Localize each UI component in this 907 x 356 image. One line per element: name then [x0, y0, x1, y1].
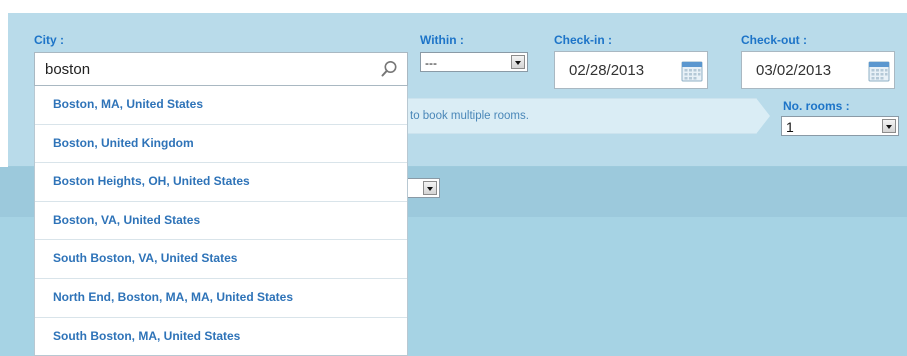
autocomplete-item-label: North End, Boston, MA, MA, United States — [53, 289, 293, 304]
rooms-label: No. rooms : — [783, 99, 850, 113]
check-out-label: Check-out : — [741, 33, 807, 47]
check-out-value: 03/02/2013 — [756, 62, 832, 79]
autocomplete-item[interactable]: Boston, MA, United States — [35, 86, 407, 125]
autocomplete-item-label: South Boston, MA, United States — [53, 328, 241, 343]
calendar-icon[interactable] — [681, 60, 703, 82]
city-input-wrapper — [34, 52, 408, 86]
check-in-input[interactable]: 02/28/2013 — [554, 51, 708, 89]
autocomplete-item-label: South Boston, VA, United States — [53, 251, 238, 266]
within-select[interactable]: --- — [420, 52, 528, 72]
autocomplete-item-label: Boston, MA, United States — [53, 97, 204, 111]
autocomplete-item-label: Boston Heights, OH, United States — [53, 174, 250, 189]
chevron-down-icon[interactable] — [511, 55, 525, 69]
multiple-rooms-text: to book multiple rooms. — [410, 110, 529, 122]
multiple-rooms-banner: to book multiple rooms. — [404, 98, 770, 134]
chevron-down-icon[interactable] — [423, 181, 437, 195]
within-label: Within : — [420, 33, 464, 47]
autocomplete-item[interactable]: South Boston, VA, United States — [35, 240, 407, 279]
autocomplete-item[interactable]: South Boston, MA, United States — [35, 318, 407, 356]
within-value: --- — [425, 56, 437, 70]
autocomplete-item[interactable]: North End, Boston, MA, MA, United States — [35, 279, 407, 318]
chevron-down-icon[interactable] — [882, 119, 896, 133]
autocomplete-item[interactable]: Boston Heights, OH, United States — [35, 163, 407, 202]
search-icon[interactable] — [379, 59, 399, 79]
hotel-search-page: City : Within : --- Check-in : 02/28/201… — [0, 0, 907, 356]
autocomplete-item-label: Boston, United Kingdom — [53, 135, 194, 150]
check-in-value: 02/28/2013 — [569, 62, 645, 79]
autocomplete-item-label: Boston, VA, United States — [53, 212, 201, 227]
calendar-icon[interactable] — [868, 60, 890, 82]
check-out-input[interactable]: 03/02/2013 — [741, 51, 895, 89]
city-label: City : — [34, 33, 64, 47]
autocomplete-item[interactable]: Boston, VA, United States — [35, 202, 407, 241]
city-input[interactable] — [35, 53, 375, 85]
rooms-select[interactable]: 1 — [781, 116, 899, 136]
check-in-label: Check-in : — [554, 33, 613, 47]
city-autocomplete-list: Boston, MA, United States Boston, United… — [34, 86, 408, 356]
autocomplete-item[interactable]: Boston, United Kingdom — [35, 125, 407, 164]
rooms-value: 1 — [786, 119, 794, 135]
top-strip — [0, 0, 907, 13]
